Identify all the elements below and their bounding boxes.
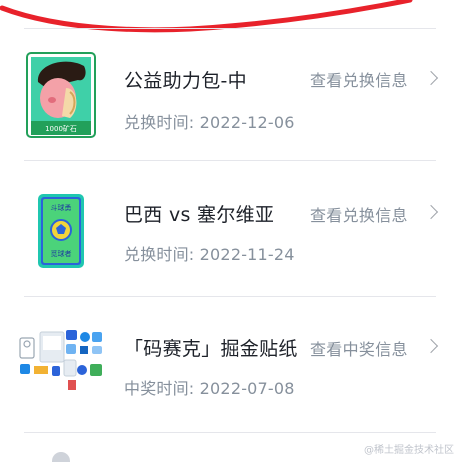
view-exchange-info-link[interactable]: 查看兑换信息	[310, 202, 408, 226]
chevron-right-icon	[423, 70, 439, 86]
item-date: 兑换时间: 2022-11-24	[124, 245, 295, 264]
next-item-thumbnail	[52, 452, 70, 462]
divider	[24, 28, 436, 29]
divider	[24, 432, 436, 433]
list-item[interactable]: 斗球勇 觅球者 巴西 vs 塞尔维亚 兑换时间: 2022-11-24 查看兑换…	[0, 162, 460, 292]
card-top-label: 斗球勇	[51, 203, 72, 212]
item-date: 兑换时间: 2022-12-06	[124, 113, 295, 132]
view-exchange-info-link[interactable]: 查看兑换信息	[310, 67, 408, 91]
list-item[interactable]: 1000矿石 公益助力包-中 兑换时间: 2022-12-06 查看兑换信息	[0, 30, 460, 160]
card-bottom-label: 觅球者	[51, 249, 72, 258]
item-title: 「码赛克」掘金贴纸	[124, 338, 298, 360]
item-title: 巴西 vs 塞尔维亚	[124, 204, 275, 226]
chevron-right-icon	[423, 204, 439, 220]
football-card-icon: 斗球勇 觅球者	[38, 194, 84, 268]
item-title: 公益助力包-中	[124, 70, 247, 92]
divider	[24, 160, 436, 161]
watermark: @稀土掘金技术社区	[364, 445, 454, 456]
chevron-right-icon	[423, 338, 439, 354]
divider	[24, 296, 436, 297]
sticker-set-icon	[19, 330, 102, 390]
character-pack-icon: 1000矿石	[26, 52, 96, 138]
list-item[interactable]: 「码赛克」掘金贴纸 中奖时间: 2022-07-08 查看中奖信息	[0, 298, 460, 428]
item-date: 中奖时间: 2022-07-08	[124, 379, 295, 398]
badge-label: 1000矿石	[45, 124, 77, 133]
view-prize-info-link[interactable]: 查看中奖信息	[310, 336, 408, 360]
